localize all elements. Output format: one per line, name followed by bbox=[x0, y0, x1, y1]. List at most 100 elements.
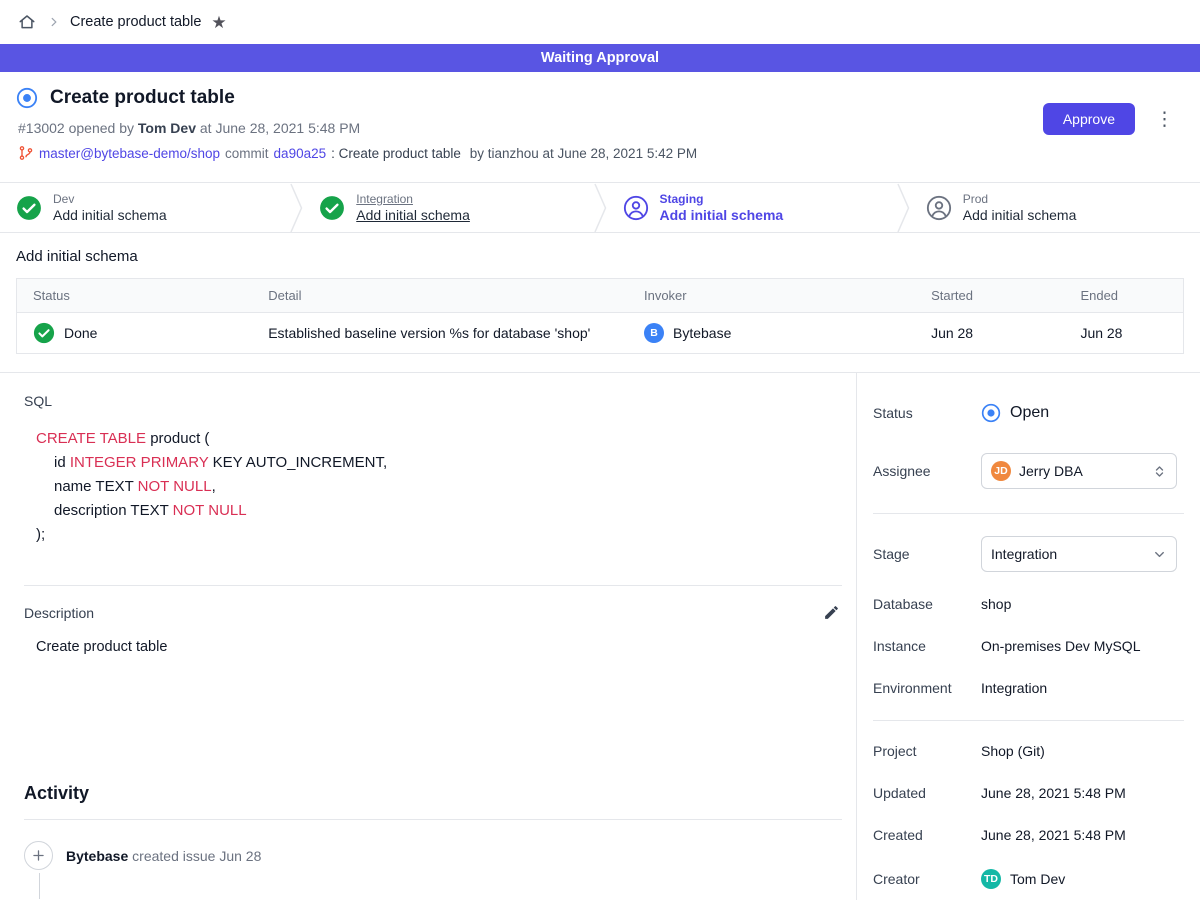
chevron-down-icon bbox=[1152, 547, 1167, 562]
database-label: Database bbox=[873, 596, 981, 612]
environment-value: Integration bbox=[981, 680, 1047, 696]
created-value: June 28, 2021 5:48 PM bbox=[981, 827, 1126, 843]
project-label: Project bbox=[873, 743, 981, 759]
activity-heading: Activity bbox=[24, 783, 842, 804]
sql-keyword: NOT NULL bbox=[173, 502, 247, 519]
status-value: Open bbox=[1010, 404, 1049, 422]
status-label: Status bbox=[873, 405, 981, 421]
issue-open-icon bbox=[16, 87, 38, 109]
commit-row: master@bytebase-demo/shopcommitda90a25: … bbox=[18, 145, 1176, 161]
activity-actor: Bytebase bbox=[66, 848, 128, 864]
commit-hash-link[interactable]: da90a25 bbox=[274, 146, 327, 161]
task-table: Status Detail Invoker Started Ended Done… bbox=[16, 278, 1184, 354]
stage-task-label: Add initial schema bbox=[53, 207, 167, 223]
stage-separator bbox=[897, 183, 910, 232]
col-header-started: Started bbox=[915, 279, 1064, 313]
stage-env-label: Integration bbox=[356, 192, 470, 206]
creator-avatar: TD bbox=[981, 869, 1001, 889]
updated-row: Updated June 28, 2021 5:48 PM bbox=[873, 785, 1184, 801]
sql-text: KEY AUTO_INCREMENT, bbox=[208, 454, 387, 471]
approve-button[interactable]: Approve bbox=[1043, 103, 1135, 135]
check-circle-icon bbox=[319, 195, 345, 221]
environment-row: Environment Integration bbox=[873, 680, 1184, 696]
creator-value: Tom Dev bbox=[1010, 871, 1065, 887]
activity-date: Jun 28 bbox=[219, 848, 261, 864]
sql-text: , bbox=[212, 478, 216, 495]
branch-link[interactable]: master@bytebase-demo/shop bbox=[39, 146, 220, 161]
task-ended: Jun 28 bbox=[1080, 325, 1122, 341]
instance-value: On-premises Dev MySQL bbox=[981, 638, 1140, 654]
sql-text: id bbox=[54, 454, 70, 471]
stage-task-label: Add initial schema bbox=[963, 207, 1077, 223]
breadcrumb-page-title: Create product table bbox=[70, 14, 201, 30]
sql-line: description TEXT NOT NULL bbox=[36, 499, 842, 523]
sql-line: name TEXT NOT NULL, bbox=[36, 475, 842, 499]
pipeline-stage-integration[interactable]: IntegrationAdd initial schema bbox=[303, 183, 593, 232]
sql-text: ); bbox=[36, 526, 45, 543]
stage-value: Integration bbox=[991, 546, 1057, 562]
git-branch-icon bbox=[18, 145, 34, 161]
assignee-avatar: JD bbox=[991, 461, 1011, 481]
sql-text: name TEXT bbox=[54, 478, 138, 495]
environment-label: Environment bbox=[873, 680, 981, 696]
task-invoker: Bytebase bbox=[673, 325, 731, 341]
commit-author-time: by tianzhou at June 28, 2021 5:42 PM bbox=[470, 146, 697, 161]
pipeline-stages: DevAdd initial schema IntegrationAdd ini… bbox=[0, 182, 1200, 233]
issue-author: Tom Dev bbox=[138, 120, 196, 136]
pipeline-stage-staging[interactable]: StagingAdd initial schema bbox=[607, 183, 897, 232]
task-section: Add initial schema Status Detail Invoker… bbox=[0, 233, 1200, 372]
favorite-star-icon[interactable]: ★ bbox=[211, 14, 226, 31]
approval-banner-text: Waiting Approval bbox=[541, 50, 659, 66]
col-header-ended: Ended bbox=[1064, 279, 1183, 313]
sql-keyword: CREATE TABLE bbox=[36, 430, 146, 447]
sql-keyword: NOT NULL bbox=[138, 478, 212, 495]
assignee-value: Jerry DBA bbox=[1019, 463, 1083, 479]
check-circle-icon bbox=[33, 322, 55, 344]
instance-row: Instance On-premises Dev MySQL bbox=[873, 638, 1184, 654]
assignee-select[interactable]: JD Jerry DBA bbox=[981, 453, 1177, 489]
sql-line: CREATE TABLE product ( bbox=[36, 427, 842, 451]
issue-header: Create product table #13002 opened by To… bbox=[0, 72, 1200, 182]
user-circle-icon bbox=[926, 195, 952, 221]
kebab-menu-icon[interactable]: ⋮ bbox=[1149, 108, 1180, 131]
divider bbox=[24, 819, 842, 820]
created-label: Created bbox=[873, 827, 981, 843]
bytebase-avatar: B bbox=[644, 323, 664, 343]
stage-env-label: Dev bbox=[53, 192, 167, 206]
issue-title: Create product table bbox=[50, 87, 235, 109]
approval-banner: Waiting Approval bbox=[0, 44, 1200, 72]
plus-icon bbox=[24, 841, 53, 870]
home-icon[interactable] bbox=[16, 11, 38, 33]
description-label: Description bbox=[24, 605, 94, 621]
breadcrumb: Create product table ★ bbox=[0, 0, 1200, 44]
sql-line: ); bbox=[36, 523, 842, 547]
sql-label: SQL bbox=[24, 393, 842, 409]
edit-pencil-icon[interactable] bbox=[821, 602, 842, 623]
bytebase-app: Create product table ★ Waiting Approval … bbox=[0, 0, 1200, 900]
database-row: Database shop bbox=[873, 596, 1184, 612]
issue-meta: #13002 opened by Tom Dev at June 28, 202… bbox=[18, 120, 1176, 136]
sql-text: product ( bbox=[146, 430, 209, 447]
sql-line: id INTEGER PRIMARY KEY AUTO_INCREMENT, bbox=[36, 451, 842, 475]
sidebar-divider bbox=[873, 513, 1184, 514]
content-split: SQL CREATE TABLE product ( id INTEGER PR… bbox=[0, 372, 1200, 900]
creator-label: Creator bbox=[873, 871, 981, 887]
issue-opened-at: at June 28, 2021 5:48 PM bbox=[196, 120, 360, 136]
stage-label: Stage bbox=[873, 546, 981, 562]
open-status-icon bbox=[981, 403, 1001, 423]
instance-label: Instance bbox=[873, 638, 981, 654]
database-value: shop bbox=[981, 596, 1011, 612]
description-text: Create product table bbox=[36, 639, 842, 655]
stage-separator bbox=[290, 183, 303, 232]
sidebar-divider bbox=[873, 720, 1184, 721]
pipeline-stage-dev[interactable]: DevAdd initial schema bbox=[0, 183, 290, 232]
status-row: Status Open bbox=[873, 403, 1184, 423]
issue-sidebar: Status Open Assignee JD Jerry DBA Stage bbox=[856, 373, 1200, 900]
pipeline-stage-prod[interactable]: ProdAdd initial schema bbox=[910, 183, 1200, 232]
col-header-status: Status bbox=[17, 279, 253, 313]
stage-select[interactable]: Integration bbox=[981, 536, 1177, 572]
creator-row: Creator TD Tom Dev bbox=[873, 869, 1184, 889]
created-row: Created June 28, 2021 5:48 PM bbox=[873, 827, 1184, 843]
task-detail: Established baseline version %s for data… bbox=[268, 325, 590, 341]
sql-code-block: CREATE TABLE product ( id INTEGER PRIMAR… bbox=[36, 427, 842, 547]
